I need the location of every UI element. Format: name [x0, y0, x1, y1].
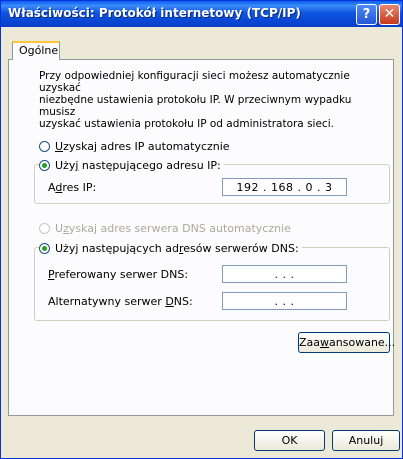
dialog-window: Właściwości: Protokół internetowy (TCP/I…: [0, 0, 403, 459]
dns-auto-radio[interactable]: [39, 223, 50, 234]
advanced-button[interactable]: Zaawansowane...: [298, 332, 395, 353]
tab-general[interactable]: Ogólne: [12, 41, 60, 60]
dns-auto-label: Uzyskaj adres serwera DNS automatycznie: [55, 222, 291, 235]
help-icon[interactable]: ?: [356, 4, 377, 25]
ip-auto-option[interactable]: Uzyskaj adres IP automatycznie: [39, 140, 230, 153]
alternate-dns-label: Alternatywny serwer DNS:: [48, 295, 193, 308]
ok-button[interactable]: OK: [254, 430, 325, 451]
preferred-dns-field[interactable]: . . .: [222, 265, 347, 283]
ip-auto-label: Uzyskaj adres IP automatycznie: [55, 140, 230, 153]
ip-manual-option[interactable]: Użyj następującego adresu IP:: [39, 159, 224, 172]
dns-auto-option[interactable]: Uzyskaj adres serwera DNS automatycznie: [39, 222, 291, 235]
tab-general-label: Ogólne: [19, 44, 59, 57]
ip-address-label: Adres IP:: [48, 181, 97, 194]
alternate-dns-field[interactable]: . . .: [222, 292, 347, 310]
dns-manual-label: Użyj następujących adresów serwerów DNS:: [55, 242, 299, 255]
window-title: Właściwości: Protokół internetowy (TCP/I…: [8, 6, 301, 20]
cancel-button[interactable]: Anuluj: [332, 430, 400, 451]
preferred-dns-label: Preferowany serwer DNS:: [48, 268, 189, 281]
ip-manual-label: Użyj następującego adresu IP:: [55, 159, 221, 172]
ip-auto-radio[interactable]: [39, 141, 50, 152]
ip-address-field[interactable]: 192 . 168 . 0 . 3: [222, 178, 347, 196]
dns-manual-radio[interactable]: [39, 243, 50, 254]
description-text: Przy odpowiedniej konfiguracji sieci moż…: [39, 70, 352, 130]
close-icon[interactable]: ✕: [379, 4, 400, 25]
title-bar[interactable]: Właściwości: Protokół internetowy (TCP/I…: [1, 1, 402, 27]
dns-manual-option[interactable]: Użyj następujących adresów serwerów DNS:: [39, 242, 302, 255]
ip-manual-radio[interactable]: [39, 160, 50, 171]
